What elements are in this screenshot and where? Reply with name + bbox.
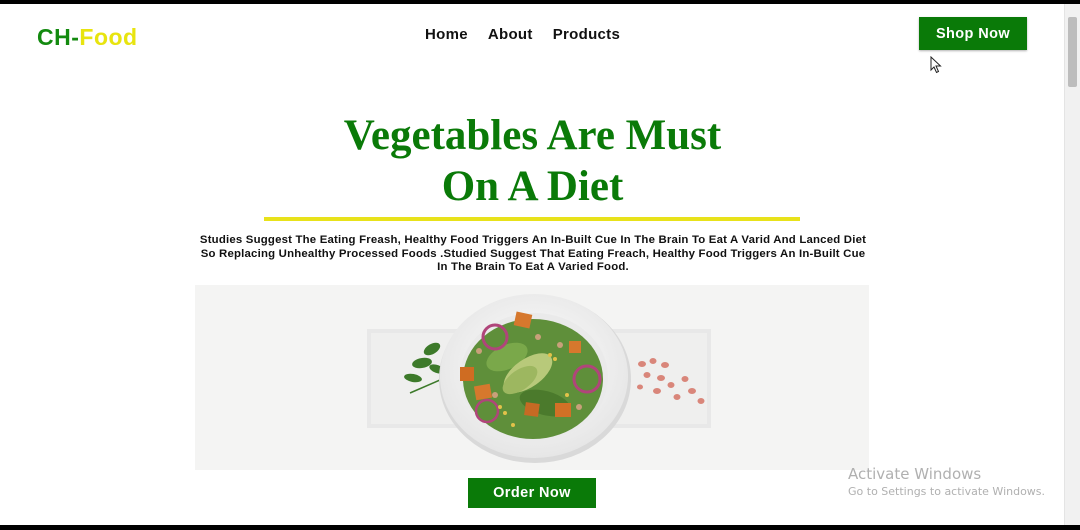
order-now-button[interactable]: Order Now bbox=[468, 478, 596, 508]
hero-title-line2: On A Diet bbox=[441, 163, 624, 210]
brand-logo-part1: CH- bbox=[37, 24, 80, 50]
scrollbar-thumb[interactable] bbox=[1068, 17, 1077, 87]
page: CH-Food Home About Products Shop Now Veg… bbox=[0, 4, 1080, 525]
main-nav: Home About Products bbox=[425, 26, 620, 43]
brand-logo[interactable]: CH-Food bbox=[37, 24, 138, 51]
brand-logo-part2: Food bbox=[79, 24, 138, 50]
hero-title-line1: Vegetables Are Must bbox=[343, 112, 722, 159]
nav-about[interactable]: About bbox=[488, 26, 533, 43]
title-underline bbox=[264, 217, 800, 221]
nav-home[interactable]: Home bbox=[425, 26, 468, 43]
shop-now-button[interactable]: Shop Now bbox=[919, 17, 1027, 50]
hero-description: Studies Suggest The Eating Freash, Healt… bbox=[199, 234, 867, 273]
mouse-cursor-icon bbox=[930, 56, 942, 74]
nav-products[interactable]: Products bbox=[553, 26, 620, 43]
salad-bowl-icon bbox=[195, 285, 869, 470]
windows-activation-subtitle: Go to Settings to activate Windows. bbox=[848, 485, 1046, 498]
hero-title: Vegetables Are Must On A Diet bbox=[265, 110, 800, 212]
vertical-scrollbar[interactable] bbox=[1064, 4, 1080, 525]
windows-activation-title: Activate Windows bbox=[848, 465, 982, 483]
salad-bowl-image bbox=[195, 285, 869, 470]
